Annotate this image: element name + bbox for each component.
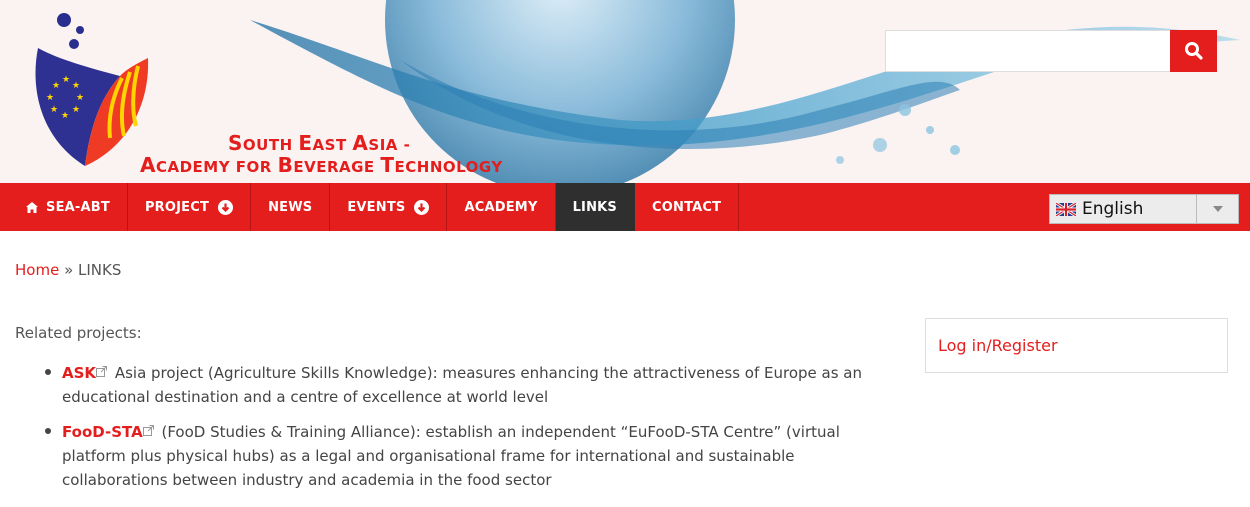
search-button[interactable] [1170, 30, 1217, 72]
login-register-link[interactable]: Log in/Register [938, 336, 1058, 355]
nav-item-contact[interactable]: CONTACT [635, 183, 740, 231]
svg-text:★: ★ [72, 105, 80, 115]
breadcrumb-current: LINKS [78, 261, 122, 279]
svg-text:★: ★ [72, 81, 80, 91]
language-select[interactable]: English [1049, 194, 1239, 224]
circle-arrow-down-icon [414, 199, 430, 215]
breadcrumb-home-link[interactable]: Home [15, 261, 59, 279]
list-item: FooD-STA (FooD Studies & Training Allian… [40, 419, 870, 492]
related-projects-list: ASK Asia project (Agriculture Skills Kno… [40, 360, 870, 502]
list-item: ASK Asia project (Agriculture Skills Kno… [40, 360, 870, 409]
svg-text:★: ★ [76, 93, 84, 103]
nav-item-label: EVENTS [347, 199, 406, 215]
project-link-food-sta[interactable]: FooD-STA [62, 423, 143, 441]
uk-flag-icon [1056, 202, 1076, 216]
site-title-line-2: ACADEMY FOR BEVERAGE TECHNOLOGY [140, 153, 503, 177]
nav-item-links[interactable]: LINKS [555, 183, 635, 231]
project-link-ask[interactable]: ASK [62, 364, 96, 382]
home-icon [26, 201, 38, 213]
language-selected-label: English [1082, 199, 1144, 219]
login-widget: Log in/Register [925, 318, 1228, 373]
breadcrumb: Home » LINKS [15, 261, 121, 279]
project-description: Asia project (Agriculture Skills Knowled… [62, 364, 863, 406]
related-projects-intro: Related projects: [15, 324, 142, 342]
svg-text:★: ★ [62, 75, 70, 85]
breadcrumb-separator: » [59, 261, 79, 279]
svg-text:★: ★ [61, 111, 69, 121]
external-link-icon [142, 419, 154, 443]
search-input[interactable] [885, 30, 1171, 72]
nav-item-academy[interactable]: ACADEMY [447, 183, 556, 231]
nav-item-label: SEA-ABT [46, 199, 110, 215]
nav-item-label: PROJECT [144, 199, 210, 215]
nav-item-sea-abt[interactable]: SEA-ABT [0, 183, 128, 231]
external-link-icon [96, 360, 108, 384]
nav-item-label: NEWS [268, 199, 313, 215]
circle-arrow-down-icon [218, 199, 234, 215]
nav-item-label: ACADEMY [464, 199, 538, 215]
project-description: (FooD Studies & Training Alliance): esta… [62, 423, 840, 489]
svg-text:★: ★ [52, 81, 60, 91]
nav-item-news[interactable]: NEWS [251, 183, 331, 231]
site-header: ★ ★ ★ ★ ★ ★ ★ ★ SOUTH EAST ASIA - ACADEMY FOR… [0, 0, 1250, 183]
nav-item-label: CONTACT [652, 199, 722, 215]
chevron-down-icon [1196, 195, 1238, 223]
nav-item-project[interactable]: PROJECT [128, 183, 252, 231]
nav-item-label: LINKS [572, 199, 617, 215]
svg-text:★: ★ [50, 105, 58, 115]
search-icon [1184, 42, 1203, 60]
nav-item-events[interactable]: EVENTS [330, 183, 448, 231]
svg-text:★: ★ [46, 93, 54, 103]
